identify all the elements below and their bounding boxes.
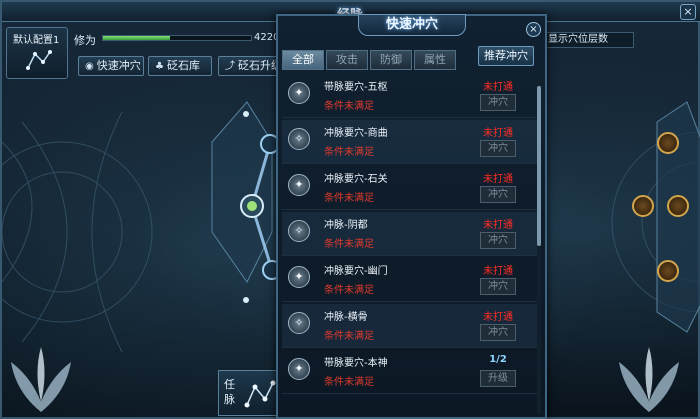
tab-attribute[interactable]: 属性 <box>414 50 456 70</box>
preset-label: 默认配置1 <box>13 35 60 46</box>
acupoint-icon: ✧ <box>288 220 310 242</box>
window-close-button[interactable]: × <box>680 4 696 20</box>
acupoint-action-button[interactable]: 冲穴 <box>480 94 516 111</box>
cultivation-label: 修为 <box>74 34 96 47</box>
scrollbar-thumb[interactable] <box>537 86 541 246</box>
panel-title: 快速冲穴 <box>358 14 466 36</box>
acupoint-condition: 条件未满足 <box>324 147 374 158</box>
acupoint-condition: 条件未满足 <box>324 285 374 296</box>
quick-acupoint-button[interactable]: ◉ 快速冲穴 <box>78 56 144 76</box>
list-item[interactable]: ✧ 冲脉-横骨 条件未满足 未打通 冲穴 <box>282 304 538 348</box>
cultivation-progress-fill <box>103 36 170 40</box>
display-layers-option[interactable]: 显示穴位层数 <box>542 32 634 48</box>
acupoint-name: 冲脉要穴-幽门 <box>324 266 388 277</box>
preset-config-button[interactable]: 默认配置1 <box>6 27 68 79</box>
panel-close-button[interactable]: × <box>526 22 541 37</box>
acupoint-status: 未打通 <box>483 128 513 139</box>
acupoint-icon: ✦ <box>288 266 310 288</box>
acupoint-condition: 条件未满足 <box>324 239 374 250</box>
target-icon: ◉ <box>85 61 94 72</box>
acupoint-node[interactable] <box>657 260 679 282</box>
acupoint-icon: ✧ <box>288 312 310 334</box>
acupoint-icon: ✦ <box>288 82 310 104</box>
list-item[interactable]: ✧ 冲脉要穴-商曲 条件未满足 未打通 冲穴 <box>282 120 538 164</box>
quick-acupoint-label: 快速冲穴 <box>96 59 141 72</box>
channel-constellation-icon <box>244 380 276 408</box>
acupoint-name: 冲脉-横骨 <box>324 312 368 323</box>
acupoint-name: 冲脉要穴-石关 <box>324 174 388 185</box>
quick-acupoint-panel: 快速冲穴 × 全部 攻击 防御 属性 推荐冲穴 ✦ 带脉要穴-五枢 条件未满足 … <box>276 14 547 419</box>
acupoint-action-button[interactable]: 冲穴 <box>480 232 516 249</box>
acupoint-name: 带脉要穴-本神 <box>324 358 388 369</box>
channel-label: 任脉 <box>224 378 235 406</box>
cultivation-progress-bar <box>102 35 252 41</box>
acupoint-condition: 条件未满足 <box>324 193 374 204</box>
upgrade-icon: ⤴ <box>225 61 235 72</box>
acupoint-action-button[interactable]: 冲穴 <box>480 186 516 203</box>
meridian-diagram-right <box>611 101 700 333</box>
tab-attack[interactable]: 攻击 <box>326 50 368 70</box>
acupoint-name: 冲脉-阴都 <box>324 220 368 231</box>
acupoint-condition: 条件未满足 <box>324 377 374 388</box>
acupoint-node[interactable] <box>632 195 654 217</box>
list-item[interactable]: ✧ 冲脉-阴都 条件未满足 未打通 冲穴 <box>282 212 538 256</box>
acupoint-name: 冲脉要穴-商曲 <box>324 128 388 139</box>
acupoint-icon: ✧ <box>288 128 310 150</box>
acupoint-progress: 1/2 <box>489 354 507 365</box>
stone-library-label: 砭石库 <box>166 59 200 72</box>
acupoint-icon: ✦ <box>288 174 310 196</box>
acupoint-status: 未打通 <box>483 82 513 93</box>
list-item[interactable]: ✦ 冲脉要穴-石关 条件未满足 未打通 冲穴 <box>282 166 538 210</box>
acupoint-upgrade-button[interactable]: 升级 <box>480 370 516 387</box>
list-item[interactable]: ✦ 带脉要穴-五枢 条件未满足 未打通 冲穴 <box>282 74 538 118</box>
acupoint-node[interactable] <box>667 195 689 217</box>
acupoint-action-button[interactable]: 冲穴 <box>480 278 516 295</box>
acupoint-condition: 条件未满足 <box>324 101 374 112</box>
stone-library-button[interactable]: ♣ 砭石库 <box>148 56 212 76</box>
constellation-icon <box>26 50 52 70</box>
acupoint-node[interactable] <box>657 132 679 154</box>
acupoint-list: ✦ 带脉要穴-五枢 条件未满足 未打通 冲穴 ✧ 冲脉要穴-商曲 条件未满足 未… <box>282 74 538 414</box>
channel-selector-button[interactable]: 任脉 <box>218 370 280 416</box>
stone-upgrade-label: 砭石升级 <box>238 59 278 72</box>
tab-all[interactable]: 全部 <box>282 50 324 70</box>
list-item[interactable]: ✦ 带脉要穴-本神 条件未满足 1/2 升级 <box>282 350 538 394</box>
tab-defense[interactable]: 防御 <box>370 50 412 70</box>
list-scrollbar[interactable] <box>537 80 541 414</box>
acupoint-icon: ✦ <box>288 358 310 380</box>
acupoint-status: 未打通 <box>483 312 513 323</box>
recommend-acupoint-button[interactable]: 推荐冲穴 <box>478 46 534 66</box>
stone-upgrade-button[interactable]: ⤴ 砭石升级 <box>218 56 278 76</box>
meridian-diagram-left <box>2 101 282 353</box>
acupoint-action-button[interactable]: 冲穴 <box>480 140 516 157</box>
stone-icon: ♣ <box>155 61 164 72</box>
acupoint-action-button[interactable]: 冲穴 <box>480 324 516 341</box>
acupoint-name: 带脉要穴-五枢 <box>324 82 388 93</box>
acupoint-status: 未打通 <box>483 174 513 185</box>
acupoint-condition: 条件未满足 <box>324 331 374 342</box>
list-item[interactable]: ✦ 冲脉要穴-幽门 条件未满足 未打通 冲穴 <box>282 258 538 302</box>
acupoint-status: 未打通 <box>483 266 513 277</box>
acupoint-status: 未打通 <box>483 220 513 231</box>
lotus-ornament-right <box>619 347 679 412</box>
lotus-ornament-left <box>11 347 71 412</box>
